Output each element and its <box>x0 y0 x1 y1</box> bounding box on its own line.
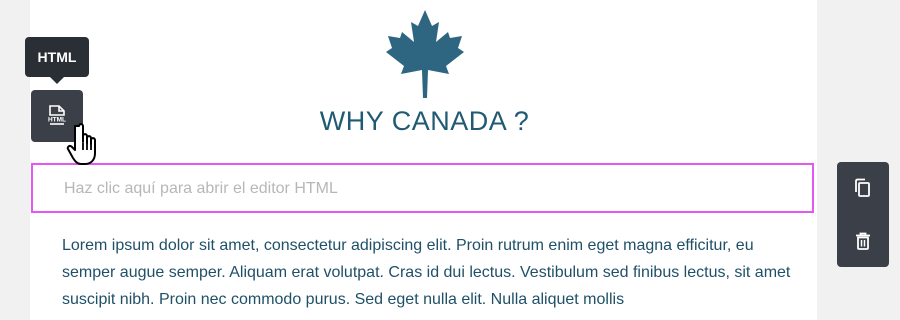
html-block[interactable]: Haz clic aquí para abrir el editor HTML <box>31 163 814 213</box>
body-paragraph: Lorem ipsum dolor sit amet, consectetur … <box>62 237 791 308</box>
tooltip: HTML <box>25 37 89 84</box>
page-heading: WHY CANADA ? <box>319 106 530 136</box>
html-block-placeholder: Haz clic aquí para abrir el editor HTML <box>64 180 338 197</box>
tooltip-label: HTML <box>37 49 77 65</box>
maple-leaf-icon <box>386 10 464 98</box>
hand-pointer-icon <box>66 123 96 165</box>
block-actions-toolbar <box>837 162 889 267</box>
trash-icon <box>856 232 870 250</box>
html-tool-label: HTML <box>48 117 66 124</box>
tooltip-arrow <box>50 77 64 84</box>
delete-button[interactable] <box>837 215 889 267</box>
html-file-icon: HTML <box>48 105 66 125</box>
duplicate-button[interactable] <box>837 162 889 214</box>
copy-icon <box>855 178 870 197</box>
